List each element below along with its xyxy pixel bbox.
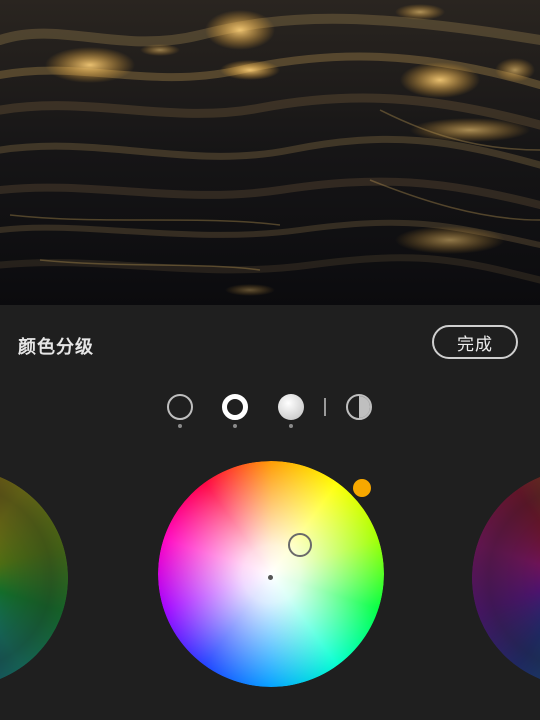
midtones-color-wheel[interactable] bbox=[158, 461, 384, 687]
mode-divider bbox=[324, 398, 326, 416]
color-grading-panel: 颜色分级 完成 bbox=[0, 305, 540, 720]
done-button[interactable]: 完成 bbox=[432, 325, 518, 359]
highlights-mode-button[interactable] bbox=[278, 394, 304, 428]
selected-color-indicator bbox=[353, 479, 371, 497]
photo-preview bbox=[0, 0, 540, 305]
shadows-color-wheel[interactable] bbox=[0, 469, 68, 687]
mode-indicator-dot bbox=[233, 424, 237, 428]
shadows-ring-icon bbox=[167, 394, 193, 420]
mode-indicator-dot bbox=[289, 424, 293, 428]
wheel-center-dot bbox=[268, 575, 273, 580]
color-wheel-handle[interactable] bbox=[288, 533, 312, 557]
mode-indicator-dot bbox=[178, 424, 182, 428]
highlights-circle-icon bbox=[278, 394, 304, 420]
midtones-mode-button[interactable] bbox=[222, 394, 248, 428]
midtones-ring-icon bbox=[222, 394, 248, 420]
global-mode-button[interactable] bbox=[346, 394, 372, 420]
shadows-mode-button[interactable] bbox=[167, 394, 193, 428]
half-circle-icon bbox=[346, 394, 372, 420]
water-image bbox=[0, 0, 540, 305]
panel-title: 颜色分级 bbox=[18, 337, 94, 358]
highlights-color-wheel[interactable] bbox=[472, 469, 540, 687]
